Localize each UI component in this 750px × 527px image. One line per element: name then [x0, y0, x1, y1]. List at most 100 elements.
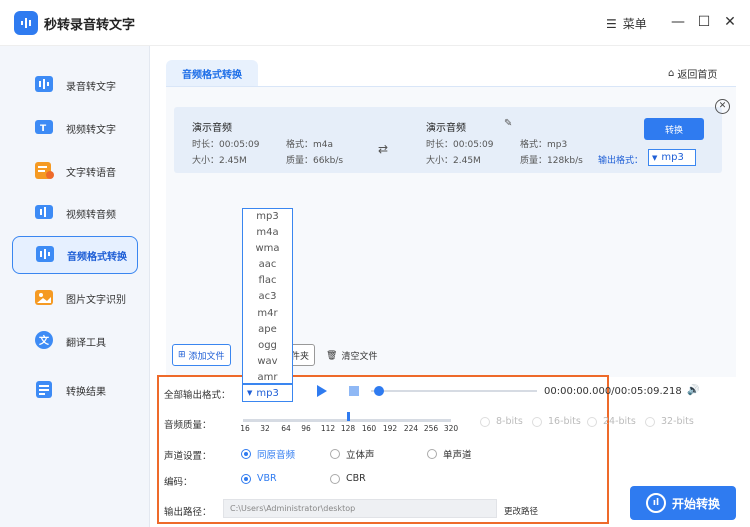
add-file-label: 添加文件	[188, 351, 225, 362]
change-path-link[interactable]: 更改路径	[504, 505, 538, 517]
home-icon: ⌂	[668, 68, 675, 79]
dropdown-arrow-icon: ▼	[247, 389, 253, 397]
encoding-option-vbr[interactable]: VBR	[241, 473, 277, 484]
dropdown-option[interactable]: wav	[243, 354, 292, 370]
bit-option-24[interactable]: 24-bits	[587, 416, 636, 427]
app-logo-icon	[14, 11, 38, 35]
sidebar-item-text-to-speech[interactable]: 文字转语音	[12, 152, 138, 190]
playback-track[interactable]	[371, 390, 537, 392]
minimize-icon[interactable]: —	[670, 14, 686, 30]
svg-text:T: T	[40, 124, 47, 134]
dropdown-option[interactable]: ac3	[243, 289, 292, 305]
convert-button[interactable]: 转换	[644, 118, 704, 140]
start-convert-button[interactable]: ıl 开始转换	[630, 486, 736, 520]
video-to-text-icon: T	[34, 117, 56, 139]
sidebar-item-results[interactable]: 转换结果	[12, 371, 138, 409]
bit-option-label: 8-bits	[496, 416, 523, 427]
sidebar-item-label: 录音转文字	[66, 81, 116, 93]
sidebar-item-label: 音频格式转换	[67, 251, 127, 263]
sidebar-item-translate[interactable]: 文 翻译工具	[12, 322, 138, 360]
quality-tick: 224	[403, 424, 419, 433]
encoding-option-label: VBR	[257, 473, 277, 484]
add-file-icon: ⊞	[178, 350, 186, 360]
remove-file-icon[interactable]: ✕	[715, 99, 730, 114]
bit-option-label: 16-bits	[548, 416, 581, 427]
stop-icon[interactable]	[349, 386, 359, 396]
translate-icon: 文	[34, 330, 56, 352]
radio-icon	[330, 449, 340, 459]
edit-icon[interactable]: ✎	[504, 118, 512, 129]
bit-option-32[interactable]: 32-bits	[645, 416, 694, 427]
add-folder-label: 件夹	[291, 351, 310, 362]
dropdown-option[interactable]: flac	[243, 273, 292, 289]
output-path-field[interactable]: C:\Users\Administrator\desktop	[223, 499, 497, 518]
tab-audio-format[interactable]: 音频格式转换	[166, 60, 258, 86]
audio-format-icon	[35, 244, 57, 266]
quality-tick: 64	[281, 424, 291, 433]
title-bar: 秒转录音转文字 ☰ 菜单 — ☐ ✕	[0, 0, 750, 46]
dropdown-option[interactable]: wma	[243, 241, 292, 257]
dropdown-option[interactable]: m4r	[243, 306, 292, 322]
bit-option-16[interactable]: 16-bits	[532, 416, 581, 427]
sidebar-item-audio-to-text[interactable]: 录音转文字	[12, 66, 138, 104]
quality-tick: 128	[340, 424, 356, 433]
encoding-label: 编码：	[164, 477, 193, 488]
channel-option-original[interactable]: 同原音频	[241, 447, 295, 461]
video-to-audio-icon	[34, 202, 56, 224]
home-label: 返回首页	[677, 70, 718, 81]
image-ocr-icon	[34, 287, 56, 309]
sidebar-item-image-ocr[interactable]: 图片文字识别	[12, 279, 138, 317]
sidebar-item-label: 图片文字识别	[66, 294, 126, 306]
quality-slider-handle[interactable]	[347, 412, 350, 421]
sidebar-item-audio-format[interactable]: 音频格式转换	[12, 236, 138, 274]
target-format: 格式：mp3	[520, 140, 568, 150]
target-quality: 质量：128kb/s	[520, 156, 583, 166]
encoding-option-cbr[interactable]: CBR	[330, 473, 366, 484]
dropdown-option[interactable]: amr	[243, 370, 292, 386]
sidebar-item-video-to-text[interactable]: T 视频转文字	[12, 109, 138, 147]
quality-tick: 112	[320, 424, 336, 433]
add-file-button[interactable]: ⊞ 添加文件	[172, 344, 231, 366]
channel-option-label: 单声道	[443, 450, 472, 461]
channel-option-mono[interactable]: 单声道	[427, 447, 472, 461]
menu-button[interactable]: ☰ 菜单	[606, 15, 647, 32]
menu-label: 菜单	[622, 17, 647, 31]
close-icon[interactable]: ✕	[722, 14, 738, 30]
play-icon[interactable]	[317, 385, 327, 397]
sidebar-item-label: 视频转音频	[66, 209, 116, 221]
source-format: 格式：m4a	[286, 140, 334, 150]
dropdown-option[interactable]: m4a	[243, 225, 292, 241]
source-quality: 质量：66kb/s	[286, 156, 344, 166]
file-card: 演示音频 时长：00:05:09 格式：m4a 大小：2.45M 质量：66kb…	[174, 107, 722, 173]
radio-icon	[532, 416, 542, 427]
home-link[interactable]: ⌂ 返回首页	[668, 66, 717, 81]
playback-handle[interactable]	[374, 386, 384, 396]
shuffle-icon: ⇄	[378, 142, 389, 156]
channel-option-stereo[interactable]: 立体声	[330, 447, 375, 461]
target-file-name: 演示音频	[426, 123, 466, 134]
sidebar-item-label: 视频转文字	[66, 124, 116, 136]
dropdown-option[interactable]: ogg	[243, 338, 292, 354]
quality-tick: 256	[423, 424, 439, 433]
sidebar-item-video-to-audio[interactable]: 视频转音频	[12, 194, 138, 232]
sidebar-item-label: 转换结果	[66, 386, 106, 398]
radio-icon	[587, 416, 597, 427]
quality-label: 音频质量：	[164, 420, 212, 431]
quality-tick: 32	[260, 424, 270, 433]
all-format-select[interactable]: ▼ mp3	[242, 384, 293, 402]
maximize-icon[interactable]: ☐	[696, 14, 712, 30]
volume-icon[interactable]: 🔊	[687, 385, 699, 396]
dropdown-option[interactable]: ape	[243, 322, 292, 338]
clear-files-button[interactable]: 🗑 清空文件	[326, 349, 377, 363]
radio-icon	[330, 473, 340, 484]
bit-option-8[interactable]: 8-bits	[480, 416, 523, 427]
output-format-value: mp3	[661, 152, 684, 163]
source-file-name: 演示音频	[192, 123, 232, 134]
text-to-speech-icon	[34, 160, 56, 182]
dropdown-option[interactable]: mp3	[243, 209, 292, 225]
dropdown-option[interactable]: aac	[243, 257, 292, 273]
start-convert-label: 开始转换	[671, 496, 720, 511]
quality-tick: 192	[382, 424, 398, 433]
output-path-label: 输出路径：	[164, 507, 212, 518]
output-format-select[interactable]: ▼ mp3	[648, 149, 696, 166]
